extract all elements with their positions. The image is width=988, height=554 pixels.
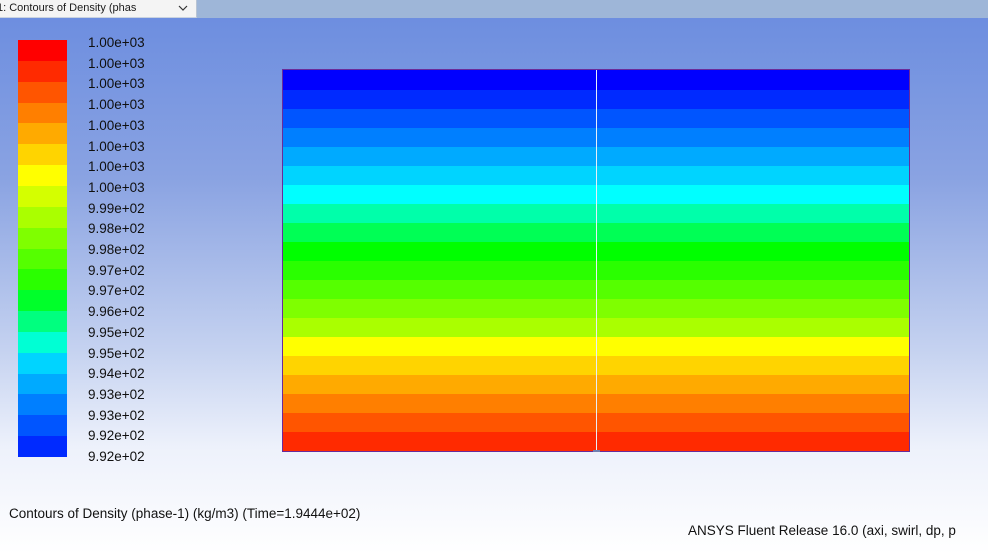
axis-tick <box>593 450 600 452</box>
color-swatch <box>18 415 67 437</box>
axis-line <box>596 70 597 451</box>
color-scale-label: 9.98e+02 <box>88 242 145 257</box>
plot-caption: Contours of Density (phase-1) (kg/m3) (T… <box>9 506 361 521</box>
color-scale-label: 1.00e+03 <box>88 76 145 92</box>
color-scale-label: 1.00e+03 <box>88 138 145 154</box>
color-swatch <box>18 165 67 187</box>
color-swatch <box>18 331 67 354</box>
color-scale-label: 9.93e+02 <box>88 386 145 402</box>
color-swatch <box>18 394 67 416</box>
color-swatch <box>18 144 67 166</box>
color-scale-label: 9.97e+02 <box>88 283 145 299</box>
color-swatch <box>18 311 67 333</box>
color-scale-label: 1.00e+03 <box>88 117 145 133</box>
color-scale-bar <box>18 40 67 458</box>
color-swatch <box>18 60 67 83</box>
color-swatch <box>18 102 67 124</box>
chevron-down-icon[interactable] <box>178 4 188 13</box>
color-swatch <box>18 352 67 375</box>
color-scale-label: 9.93e+02 <box>88 407 145 423</box>
color-scale-label: 1.00e+03 <box>88 179 145 195</box>
contour-plot[interactable] <box>282 69 910 452</box>
color-swatch <box>18 185 67 208</box>
color-scale-label: 1.00e+03 <box>88 97 145 113</box>
color-scale-label: 9.92e+02 <box>88 428 145 444</box>
color-scale-label: 9.95e+02 <box>88 324 145 340</box>
color-swatch <box>18 81 67 104</box>
color-swatch <box>18 40 67 62</box>
color-swatch <box>18 290 67 312</box>
color-scale-label: 9.99e+02 <box>88 200 145 216</box>
color-scale-label: 9.96e+02 <box>88 304 145 320</box>
color-scale-label: 9.98e+02 <box>88 221 145 237</box>
color-swatch <box>18 248 67 270</box>
color-swatch <box>18 436 67 458</box>
color-swatch <box>18 206 67 229</box>
color-scale-label: 9.97e+02 <box>88 262 145 278</box>
color-scale-label: 9.95e+02 <box>88 345 145 361</box>
tab-label: 1: Contours of Density (phas <box>0 2 137 14</box>
color-scale-label: 9.92e+02 <box>88 449 145 464</box>
color-swatch <box>18 123 67 145</box>
tab-contours-of-density[interactable]: 1: Contours of Density (phas <box>0 0 197 18</box>
graphics-tab-bar: 1: Contours of Density (phas <box>0 0 988 18</box>
color-scale-label: 1.00e+03 <box>88 159 145 175</box>
graphics-viewport[interactable]: 1.00e+03 1.00e+03 1.00e+03 1.00e+03 1.00e+03… <box>0 18 988 554</box>
color-scale-label: 1.00e+03 <box>88 55 145 71</box>
color-swatch <box>18 373 67 395</box>
color-scale-label: 9.94e+02 <box>88 366 145 382</box>
color-swatch <box>18 227 67 249</box>
color-scale-label: 1.00e+03 <box>88 35 145 50</box>
release-info: ANSYS Fluent Release 16.0 (axi, swirl, d… <box>688 523 956 538</box>
color-swatch <box>18 269 67 291</box>
